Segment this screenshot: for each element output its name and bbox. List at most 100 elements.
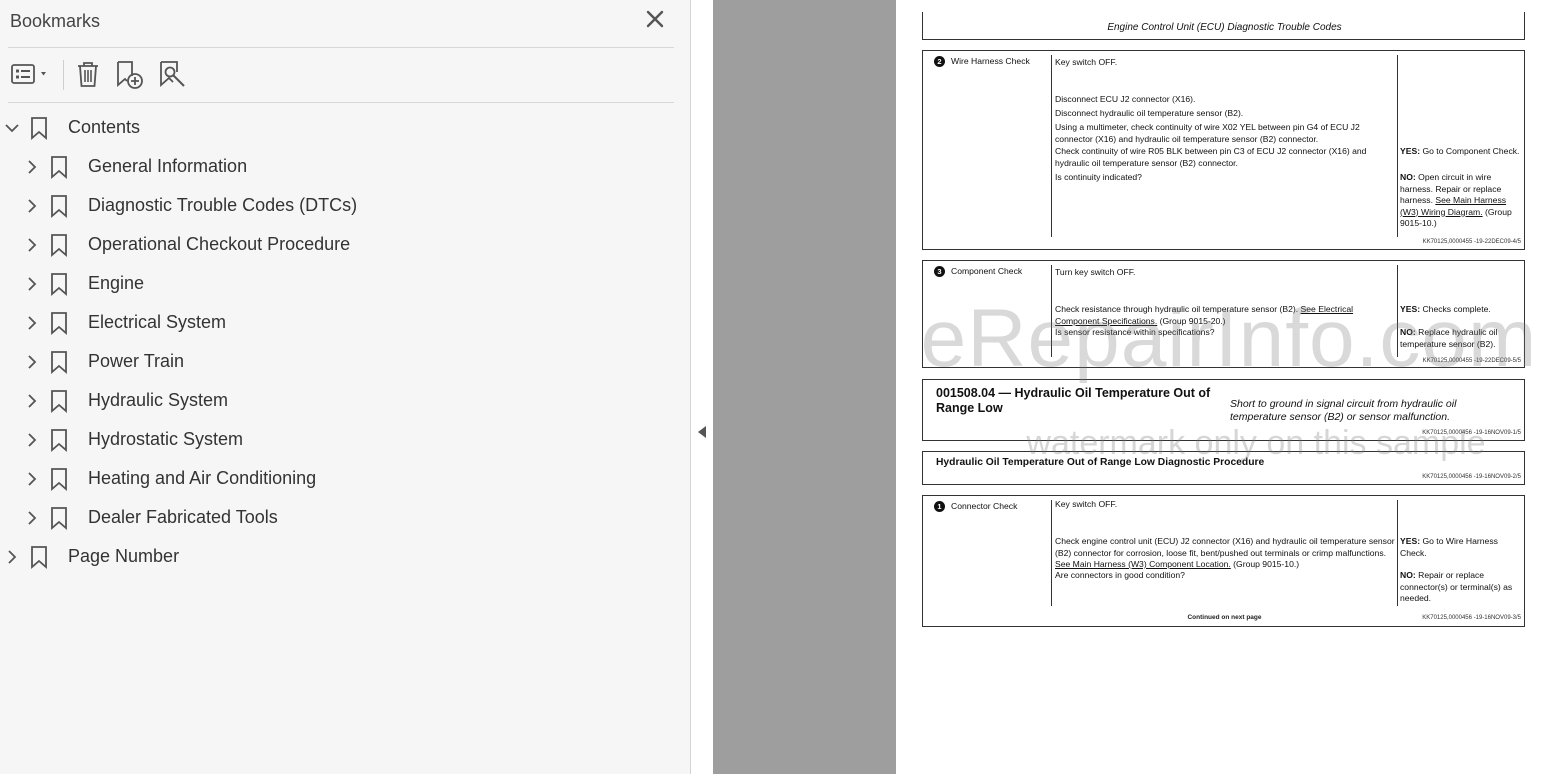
trash-icon[interactable] [73, 59, 103, 89]
bookmark-item-contents[interactable]: Contents [4, 108, 140, 147]
collapse-panel-handle[interactable] [692, 0, 713, 774]
bookmark-item-dtcs[interactable]: Diagnostic Trouble Codes (DTCs) [24, 186, 357, 225]
bookmark-label: Dealer Fabricated Tools [88, 507, 278, 527]
group-ref: (Group 9015-10.) [1233, 559, 1300, 569]
yes-text: Go to Component Check. [1422, 146, 1520, 156]
toolbar-divider [63, 60, 64, 90]
column-divider [1397, 55, 1398, 237]
bookmark-item-hydraulic-system[interactable]: Hydraulic System [24, 381, 228, 420]
instruction: Using a multimeter, check continuity of … [1055, 122, 1360, 144]
no-text: Repair or replace connector(s) or termin… [1400, 570, 1513, 603]
step-title-text: Connector Check [951, 501, 1018, 511]
bookmark-item-power-train[interactable]: Power Train [24, 342, 184, 381]
bookmark-item-heating-air-conditioning[interactable]: Heating and Air Conditioning [24, 459, 316, 498]
bookmark-item-general-information[interactable]: General Information [24, 147, 247, 186]
step-number: 2 [934, 56, 945, 68]
yes-result: YES: Go to Wire Harness Check. [1400, 536, 1526, 559]
bookmark-icon [50, 467, 68, 491]
instruction: Is continuity indicated? [1055, 172, 1142, 182]
instruction: Check continuity of wire R05 BLK between… [1055, 146, 1367, 168]
no-result: NO: Open circuit in wire harness. Repair… [1400, 172, 1526, 230]
chevron-right-icon[interactable] [24, 471, 40, 487]
instruction: Key switch OFF. [1055, 499, 1118, 509]
yes-text: Checks complete. [1422, 304, 1491, 314]
bookmark-icon [50, 350, 68, 374]
bookmark-item-page-number[interactable]: Page Number [4, 537, 179, 576]
chevron-down-icon[interactable] [4, 120, 20, 136]
bookmark-icon [50, 233, 68, 257]
chevron-right-icon[interactable] [24, 315, 40, 331]
bookmark-icon [50, 311, 68, 335]
bookmark-icon [50, 506, 68, 530]
chevron-right-icon[interactable] [24, 276, 40, 292]
step-connector-check: 1 Connector Check Key switch OFF. Check … [922, 495, 1525, 627]
bookmark-icon [30, 116, 48, 140]
bookmark-icon [50, 272, 68, 296]
bookmark-label: Hydraulic System [88, 390, 229, 410]
bookmark-label: Contents [68, 117, 141, 137]
column-divider [1051, 55, 1052, 237]
instruction: Check resistance through hydraulic oil t… [1055, 304, 1395, 327]
reference-code: KK70125,0000456 -19-16NOV09-1/5 [1422, 430, 1521, 436]
bookmark-item-hydrostatic-system[interactable]: Hydrostatic System [24, 420, 243, 459]
instruction: Check engine control unit (ECU) J2 conne… [1055, 536, 1395, 571]
chevron-right-icon[interactable] [24, 237, 40, 253]
column-divider [1051, 265, 1052, 357]
dtc-heading: 001508.04 — Hydraulic Oil Temperature Ou… [922, 379, 1525, 441]
bookmark-item-electrical-system[interactable]: Electrical System [24, 303, 226, 342]
chevron-right-icon[interactable] [24, 510, 40, 526]
new-bookmark-icon[interactable] [114, 59, 144, 89]
page-header-title: Engine Control Unit (ECU) Diagnostic Tro… [1107, 22, 1342, 33]
instruction: Turn key switch OFF. [1055, 267, 1136, 277]
step-number: 1 [934, 501, 945, 513]
chevron-right-icon[interactable] [24, 159, 40, 175]
chevron-right-icon[interactable] [24, 354, 40, 370]
bookmark-item-dealer-fabricated-tools[interactable]: Dealer Fabricated Tools [24, 498, 278, 537]
yes-result: YES: Go to Component Check. [1400, 146, 1526, 158]
page-header: Engine Control Unit (ECU) Diagnostic Tro… [922, 12, 1525, 40]
yes-result: YES: Checks complete. [1400, 304, 1526, 316]
no-label: NO: [1400, 327, 1416, 337]
yes-label: YES: [1400, 536, 1421, 546]
bookmark-item-engine[interactable]: Engine [24, 264, 144, 303]
bookmark-label: Page Number [68, 546, 180, 566]
bookmark-label: General Information [88, 156, 248, 176]
procedure-heading: Hydraulic Oil Temperature Out of Range L… [922, 451, 1525, 485]
find-bookmark-icon[interactable] [157, 59, 187, 89]
chevron-right-icon[interactable] [24, 432, 40, 448]
bookmark-icon [50, 194, 68, 218]
chevron-right-icon[interactable] [24, 198, 40, 214]
bookmark-item-operational-checkout[interactable]: Operational Checkout Procedure [24, 225, 350, 264]
dtc-title: 001508.04 — Hydraulic Oil Temperature Ou… [936, 386, 1211, 415]
document-page[interactable]: Engine Control Unit (ECU) Diagnostic Tro… [896, 0, 1562, 774]
bookmark-label: Engine [88, 273, 145, 293]
close-icon[interactable] [644, 8, 666, 30]
chevron-right-icon[interactable] [24, 393, 40, 409]
step-title: 1 Connector Check [934, 501, 1017, 513]
bookmark-label: Diagnostic Trouble Codes (DTCs) [88, 195, 358, 215]
column-divider [1397, 265, 1398, 357]
dtc-description: Short to ground in signal circuit from h… [1230, 398, 1457, 423]
step-title: 3 Component Check [934, 266, 1022, 278]
bookmark-label: Electrical System [88, 312, 227, 332]
no-label: NO: [1400, 172, 1416, 182]
component-location-link[interactable]: See Main Harness (W3) Component Location… [1055, 559, 1231, 569]
chevron-right-icon[interactable] [4, 549, 20, 565]
reference-code: KK70125,0000456 -19-16NOV09-2/5 [1422, 474, 1521, 480]
step-title-text: Component Check [951, 266, 1023, 276]
bookmark-label: Operational Checkout Procedure [88, 234, 351, 254]
instruction: Key switch OFF. [1055, 57, 1118, 67]
bookmark-label: Hydrostatic System [88, 429, 244, 449]
bookmark-label: Heating and Air Conditioning [88, 468, 317, 488]
bookmark-icon [50, 155, 68, 179]
instruction-text: Check engine control unit (ECU) J2 conne… [1055, 536, 1395, 558]
column-divider [1051, 500, 1052, 606]
bookmarks-toolbar [0, 48, 680, 102]
instruction: Are connectors in good condition? [1055, 570, 1185, 580]
options-menu-icon[interactable] [10, 59, 54, 89]
bookmark-icon [50, 428, 68, 452]
panel-title: Bookmarks [10, 11, 101, 31]
no-result: NO: Repair or replace connector(s) or te… [1400, 570, 1526, 605]
no-label: NO: [1400, 570, 1416, 580]
chevron-left-icon[interactable] [698, 426, 706, 438]
